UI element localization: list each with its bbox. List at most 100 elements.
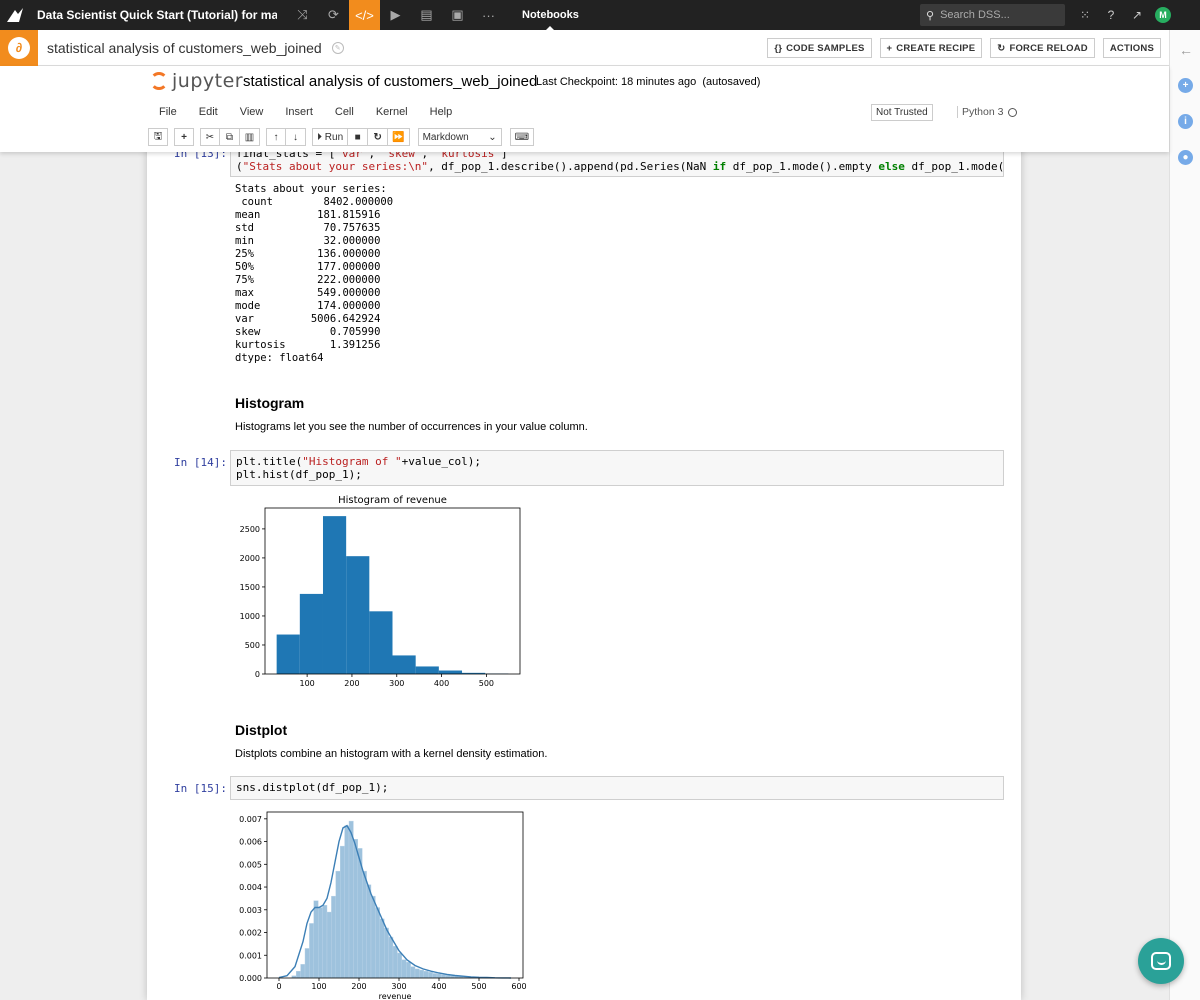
code-samples-button[interactable]: {} CODE SAMPLES xyxy=(767,38,872,58)
x-tick-label: 0 xyxy=(276,982,281,991)
distplot-bar xyxy=(405,961,411,979)
run-icon[interactable]: ▶ xyxy=(380,0,411,30)
force-reload-button[interactable]: ↻ FORCE RELOAD xyxy=(990,38,1095,58)
chat-support-button[interactable] xyxy=(1138,938,1184,984)
menu-insert[interactable]: Insert xyxy=(274,106,324,118)
run-label: Run xyxy=(324,131,344,143)
dataiku-logo-icon[interactable] xyxy=(0,0,30,30)
search-input[interactable]: ⚲ Search DSS... xyxy=(920,4,1065,26)
menu-help[interactable]: Help xyxy=(419,106,464,118)
search-icon: ⚲ xyxy=(926,9,935,22)
info-icon[interactable]: i xyxy=(1178,114,1193,129)
notebook-title[interactable]: statistical analysis of customers_web_jo… xyxy=(47,40,322,56)
activity-icon[interactable]: ↗ xyxy=(1124,8,1150,22)
x-tick-label: 100 xyxy=(299,679,314,688)
move-up-icon[interactable]: ↑ xyxy=(266,128,286,146)
chart-title: Histogram of revenue xyxy=(338,495,447,506)
trusted-badge[interactable]: Not Trusted xyxy=(871,104,933,121)
right-rail: ← + i ● xyxy=(1169,30,1200,1000)
code-text: df_pop_1.mode()[0] xyxy=(911,160,1004,173)
wiki-icon[interactable]: ▣ xyxy=(442,0,473,30)
paste-icon[interactable]: ▥ xyxy=(240,128,260,146)
edit-icon[interactable]: ✎ xyxy=(331,41,344,54)
x-tick-label: 100 xyxy=(311,982,326,991)
kernel-name: Python 3 xyxy=(957,106,1003,118)
histogram-bar xyxy=(322,516,347,674)
x-tick-label: 400 xyxy=(431,982,446,991)
braces-icon: {} xyxy=(774,42,783,54)
distplot-bar xyxy=(427,972,433,979)
distplot-bar xyxy=(370,895,376,979)
distplot-bar xyxy=(410,966,416,979)
cut-icon[interactable]: ✂ xyxy=(200,128,220,146)
distplot-heading: Distplot xyxy=(235,722,288,738)
stop-icon[interactable]: ■ xyxy=(348,128,369,146)
copy-icon[interactable]: ⧉ xyxy=(220,128,240,146)
menu-view[interactable]: View xyxy=(229,106,275,118)
histogram-chart: Histogram of revenue 100 200 300 400 500 0 500 1… xyxy=(240,495,521,688)
keyboard-icon[interactable]: ⌨ xyxy=(509,128,535,146)
distplot-bar xyxy=(344,825,350,979)
apps-grid-icon[interactable]: ⁙ xyxy=(1072,8,1098,22)
actions-label: ACTIONS xyxy=(1109,42,1154,54)
jupyter-logo[interactable]: jupyter xyxy=(150,70,243,92)
chat-icon xyxy=(1151,952,1171,970)
add-icon[interactable]: + xyxy=(1178,78,1193,93)
histogram-heading: Histogram xyxy=(235,395,305,411)
run-button[interactable]: ⏵ Run xyxy=(312,128,349,146)
code-string: "Histogram of " xyxy=(302,455,402,468)
menu-cell[interactable]: Cell xyxy=(324,106,365,118)
jupyter-ring-icon xyxy=(150,72,168,90)
y-tick-label: 0.006 xyxy=(239,838,262,847)
code-text: plt.hist(df_pop_1); xyxy=(236,468,362,481)
distplot-bar xyxy=(304,948,310,979)
more-icon[interactable]: ··· xyxy=(473,0,504,30)
notebook-header-bar: ∂ statistical analysis of customers_web_… xyxy=(0,29,1169,66)
code-samples-label: CODE SAMPLES xyxy=(786,42,865,54)
actions-button[interactable]: ACTIONS xyxy=(1102,38,1161,58)
x-tick-label: 400 xyxy=(434,679,449,688)
histogram-bar xyxy=(415,666,439,674)
code-string: "Stats about your series:\n" xyxy=(242,160,429,173)
dashboard-icon[interactable]: ▤ xyxy=(411,0,442,30)
discussion-icon[interactable]: ● xyxy=(1178,150,1193,165)
cell-type-select[interactable]: Markdown ⌄ xyxy=(417,128,502,146)
distplot-bar xyxy=(401,959,407,979)
avatar[interactable]: M xyxy=(1155,7,1171,23)
code-icon[interactable]: </> xyxy=(349,0,380,30)
flow-icon[interactable]: ⤨ xyxy=(287,0,318,30)
code-cell-input[interactable]: sns.distplot(df_pop_1); xyxy=(230,776,1004,800)
insert-cell-icon[interactable]: + xyxy=(174,128,194,146)
project-title[interactable]: Data Scientist Quick Start (Tutorial) fo… xyxy=(37,8,277,22)
distplot-bar xyxy=(353,839,359,979)
arrow-left-icon[interactable]: ← xyxy=(1179,42,1193,58)
jupyter-notebook-name[interactable]: statistical analysis of customers_web_jo… xyxy=(243,73,537,90)
y-tick-label: 0.000 xyxy=(239,974,262,983)
y-tick-label: 2500 xyxy=(240,525,260,534)
distplot-bar xyxy=(375,907,380,979)
help-icon[interactable]: ? xyxy=(1098,8,1124,22)
python-logo-icon: ∂ xyxy=(8,36,30,59)
x-tick-label: 500 xyxy=(479,679,494,688)
cell-prompt: In [14]: xyxy=(174,456,227,469)
move-down-icon[interactable]: ↓ xyxy=(286,128,306,146)
menu-file[interactable]: File xyxy=(148,106,188,118)
menu-edit[interactable]: Edit xyxy=(188,106,229,118)
distplot-bar xyxy=(388,936,394,979)
active-section-label[interactable]: Notebooks xyxy=(522,0,579,30)
chevron-down-icon: ⌄ xyxy=(488,131,497,143)
reload-icon: ↻ xyxy=(997,42,1006,54)
checkpoint-status: Last Checkpoint: 18 minutes ago (autosav… xyxy=(536,76,760,88)
menu-kernel[interactable]: Kernel xyxy=(365,106,419,118)
save-icon[interactable]: 🖫 xyxy=(148,128,168,146)
fast-forward-icon[interactable]: ⏩ xyxy=(388,128,410,146)
distplot-bar xyxy=(295,970,301,979)
autosave-text: (autosaved) xyxy=(702,76,761,88)
create-recipe-button[interactable]: + CREATE RECIPE xyxy=(879,38,983,58)
code-cell-input[interactable]: plt.title("Histogram of "+value_col); pl… xyxy=(230,450,1004,486)
restart-icon[interactable]: ↻ xyxy=(368,128,389,146)
checkpoint-text: Last Checkpoint: 18 minutes ago xyxy=(536,76,697,88)
y-tick-label: 2000 xyxy=(240,554,260,563)
dataset-icon[interactable]: ⟳ xyxy=(318,0,349,30)
python-notebook-icon: ∂ xyxy=(0,29,38,66)
